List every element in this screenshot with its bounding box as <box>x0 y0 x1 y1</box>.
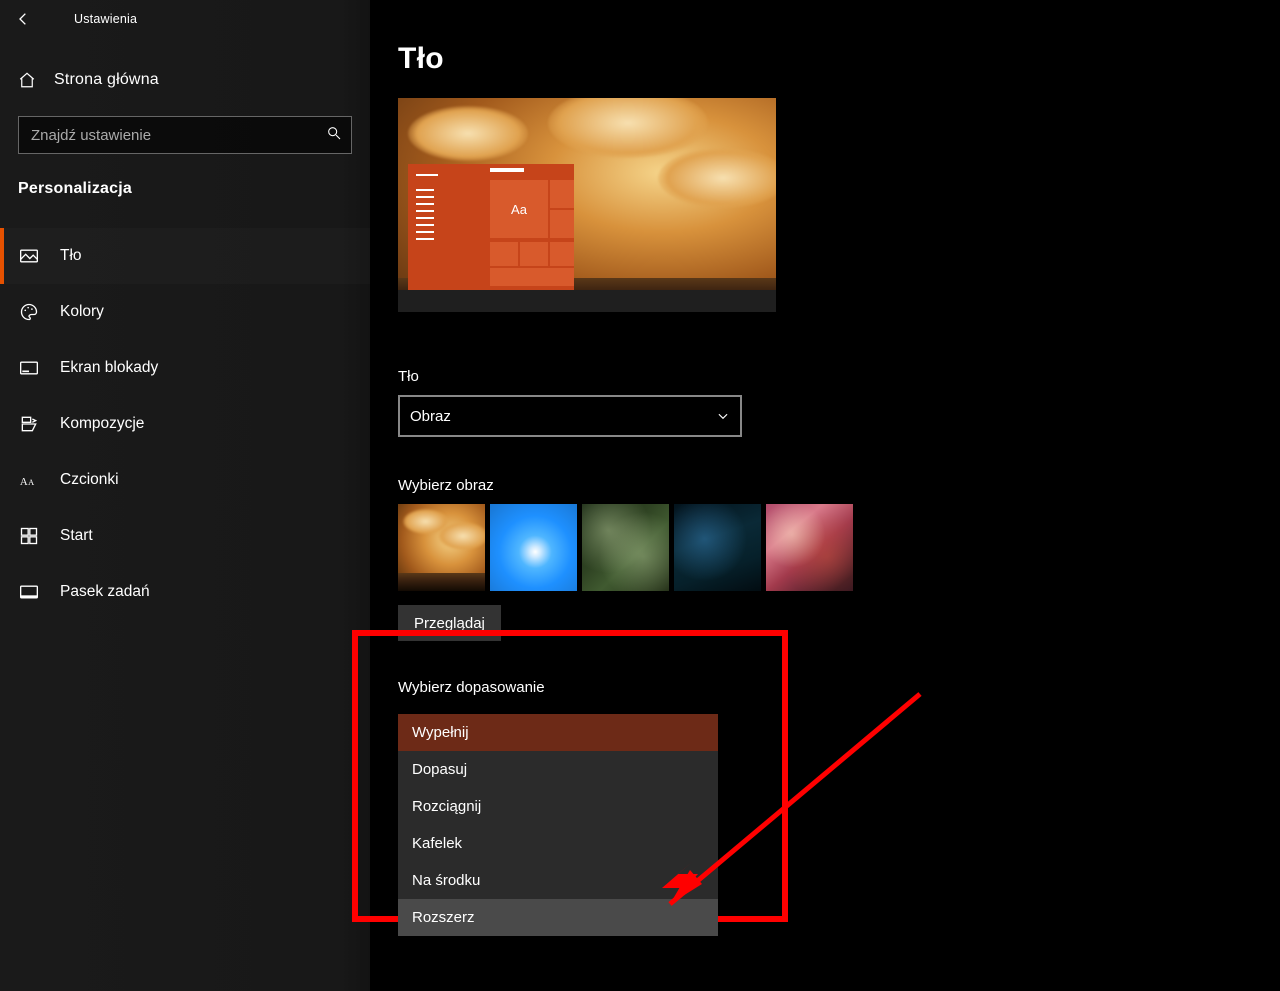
image-thumbnails <box>398 504 1280 591</box>
nav-item-fonts[interactable]: AA Czcionki <box>0 452 370 508</box>
background-preview: Aa <box>398 98 776 312</box>
fit-option-span[interactable]: Rozszerz <box>398 899 718 936</box>
image-thumb-5[interactable] <box>766 504 853 591</box>
background-type-dropdown[interactable]: Obraz <box>398 395 742 437</box>
fit-option-tile[interactable]: Kafelek <box>398 825 718 862</box>
start-icon <box>18 526 40 546</box>
nav-item-taskbar[interactable]: Pasek zadań <box>0 564 370 620</box>
palette-icon <box>18 302 40 322</box>
svg-text:A: A <box>20 476 28 488</box>
page-title: Tło <box>398 42 1280 76</box>
nav-label: Czcionki <box>60 471 119 489</box>
themes-icon <box>18 414 40 434</box>
title-bar: Ustawienia <box>0 0 370 36</box>
nav-label: Pasek zadań <box>60 583 150 601</box>
section-heading: Personalizacja <box>0 154 370 210</box>
nav-label: Kompozycje <box>60 415 144 433</box>
browse-button[interactable]: Przeglądaj <box>398 605 501 641</box>
nav-item-colors[interactable]: Kolory <box>0 284 370 340</box>
nav-item-background[interactable]: Tło <box>0 228 370 284</box>
dropdown-value: Obraz <box>410 408 451 425</box>
fit-option-fill[interactable]: Wypełnij <box>398 714 718 751</box>
fit-option-label: Rozciągnij <box>412 798 481 815</box>
picture-icon <box>18 246 40 266</box>
taskbar-icon <box>18 582 40 602</box>
fit-option-label: Dopasuj <box>412 761 467 778</box>
window-title: Ustawienia <box>48 12 137 26</box>
sidebar: Ustawienia Strona główna Personalizacja … <box>0 0 370 991</box>
main-content: Tło Aa <box>370 0 1280 991</box>
nav-label: Tło <box>60 247 82 265</box>
search-input[interactable] <box>18 116 352 154</box>
nav-item-lockscreen[interactable]: Ekran blokady <box>0 340 370 396</box>
image-thumb-3[interactable] <box>582 504 669 591</box>
image-thumb-2[interactable] <box>490 504 577 591</box>
nav-label: Start <box>60 527 93 545</box>
choose-image-label: Wybierz obraz <box>398 477 1280 494</box>
fit-option-label: Rozszerz <box>412 909 475 926</box>
chevron-down-icon <box>716 409 730 423</box>
fonts-icon: AA <box>18 470 40 490</box>
nav-label: Kolory <box>60 303 104 321</box>
home-link[interactable]: Strona główna <box>0 58 370 102</box>
fit-option-label: Kafelek <box>412 835 462 852</box>
start-menu-mock: Aa <box>408 164 574 290</box>
fit-options-list: Wypełnij Dopasuj Rozciągnij Kafelek Na ś… <box>398 714 718 936</box>
home-icon <box>18 71 36 89</box>
lockscreen-icon <box>18 358 40 378</box>
image-thumb-4[interactable] <box>674 504 761 591</box>
fit-option-label: Wypełnij <box>412 724 469 741</box>
nav-item-start[interactable]: Start <box>0 508 370 564</box>
background-select-label: Tło <box>398 368 1280 385</box>
fit-option-label: Na środku <box>412 872 480 889</box>
browse-button-label: Przeglądaj <box>414 615 485 632</box>
nav-label: Ekran blokady <box>60 359 158 377</box>
sample-text: Aa <box>490 180 548 238</box>
search-wrap <box>18 116 352 154</box>
image-thumb-1[interactable] <box>398 504 485 591</box>
fit-option-fit[interactable]: Dopasuj <box>398 751 718 788</box>
arrow-left-icon <box>16 11 32 27</box>
search-icon <box>326 125 342 145</box>
nav-item-themes[interactable]: Kompozycje <box>0 396 370 452</box>
nav: Tło Kolory Ekran blokady Kompozycje <box>0 228 370 620</box>
fit-option-center[interactable]: Na środku <box>398 862 718 899</box>
fit-option-stretch[interactable]: Rozciągnij <box>398 788 718 825</box>
fit-label: Wybierz dopasowanie <box>398 679 1280 696</box>
back-button[interactable] <box>0 11 48 27</box>
svg-text:A: A <box>28 478 34 487</box>
home-label: Strona główna <box>54 71 159 89</box>
